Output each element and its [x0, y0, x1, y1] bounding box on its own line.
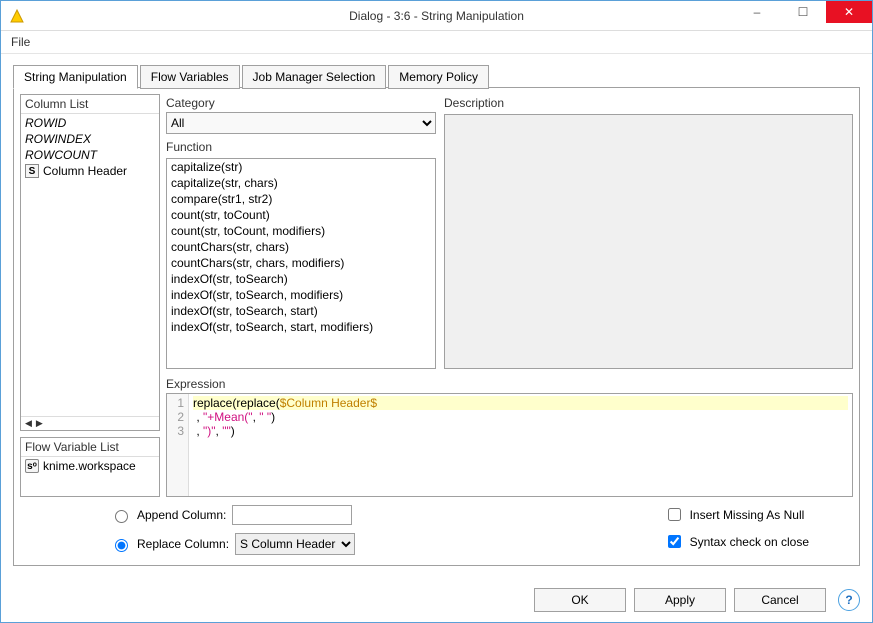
category-function-col: Category All Function capitalize(str) ca… [166, 94, 436, 369]
help-button[interactable]: ? [838, 589, 860, 611]
replace-column-radio[interactable] [115, 539, 128, 552]
list-item[interactable]: ROWINDEX [23, 131, 157, 147]
menubar: File [1, 31, 872, 54]
line-gutter: 1 2 3 [167, 394, 189, 496]
flow-variable-panel: Flow Variable List sᵒ knime.workspace [20, 437, 160, 497]
window-buttons: – ☐ ✕ [734, 1, 872, 23]
output-options: Append Column: Replace Column: S Column … [20, 497, 853, 559]
function-item[interactable]: indexOf(str, toSearch, start, modifiers) [167, 319, 435, 335]
category-label: Category [166, 94, 436, 112]
close-button[interactable]: ✕ [826, 1, 872, 23]
upper-area: Column List ROWID ROWINDEX ROWCOUNT S Co… [20, 94, 853, 497]
maximize-button[interactable]: ☐ [780, 1, 826, 23]
app-icon [9, 8, 25, 24]
tab-panel: Column List ROWID ROWINDEX ROWCOUNT S Co… [13, 87, 860, 566]
flow-variable-box[interactable]: sᵒ knime.workspace [21, 456, 159, 496]
content-area: String Manipulation Flow Variables Job M… [1, 54, 872, 578]
function-item[interactable]: compare(str1, str2) [167, 191, 435, 207]
scroll-buttons[interactable]: ◀ ▶ [21, 416, 159, 430]
category-function-description-row: Category All Function capitalize(str) ca… [166, 94, 853, 369]
list-item-label: Column Header [43, 164, 127, 178]
function-list[interactable]: capitalize(str) capitalize(str, chars) c… [166, 158, 436, 369]
syntax-check-checkbox[interactable] [668, 535, 681, 548]
syntax-check-row: Syntax check on close [664, 532, 809, 551]
replace-column-select[interactable]: S Column Header [235, 533, 355, 555]
left-column: Column List ROWID ROWINDEX ROWCOUNT S Co… [20, 94, 160, 497]
tab-strip: String Manipulation Flow Variables Job M… [13, 64, 860, 88]
list-item-label: knime.workspace [43, 459, 136, 473]
insert-missing-label: Insert Missing As Null [690, 508, 805, 522]
flowvar-icon: sᵒ [25, 459, 39, 473]
expression-editor[interactable]: 1 2 3 replace(replace($Column Header$ , … [166, 393, 853, 497]
column-list-title: Column List [21, 95, 159, 113]
function-item[interactable]: indexOf(str, toSearch, start) [167, 303, 435, 319]
tab-memory-policy[interactable]: Memory Policy [388, 65, 489, 89]
function-item[interactable]: indexOf(str, toSearch, modifiers) [167, 287, 435, 303]
flow-variable-title: Flow Variable List [21, 438, 159, 456]
insert-missing-row: Insert Missing As Null [664, 505, 809, 524]
replace-column-label: Replace Column: [137, 537, 229, 551]
tab-flow-variables[interactable]: Flow Variables [140, 65, 240, 89]
category-select[interactable]: All [166, 112, 436, 134]
function-item[interactable]: countChars(str, chars) [167, 239, 435, 255]
function-label: Function [166, 138, 436, 156]
expression-label: Expression [166, 375, 853, 393]
apply-button[interactable]: Apply [634, 588, 726, 612]
titlebar: Dialog - 3:6 - String Manipulation – ☐ ✕ [1, 1, 872, 31]
column-list-box[interactable]: ROWID ROWINDEX ROWCOUNT S Column Header [21, 113, 159, 416]
list-item[interactable]: ROWID [23, 115, 157, 131]
tab-job-manager[interactable]: Job Manager Selection [242, 65, 387, 89]
description-label: Description [444, 94, 853, 112]
function-item[interactable]: count(str, toCount) [167, 207, 435, 223]
misc-options: Insert Missing As Null Syntax check on c… [664, 505, 849, 551]
dialog-footer: OK Apply Cancel ? [1, 578, 872, 622]
chevron-right-icon: ▶ [36, 418, 43, 429]
function-item[interactable]: indexOf(str, toSearch) [167, 271, 435, 287]
chevron-left-icon: ◀ [25, 418, 32, 429]
expression-section: Expression 1 2 3 replace(replace($Column… [166, 375, 853, 497]
code-area[interactable]: replace(replace($Column Header$ , "+Mean… [189, 394, 852, 496]
insert-missing-checkbox[interactable] [668, 508, 681, 521]
description-col: Description [444, 94, 853, 369]
function-item[interactable]: count(str, toCount, modifiers) [167, 223, 435, 239]
replace-column-row: Replace Column: S Column Header [110, 533, 355, 555]
syntax-check-label: Syntax check on close [690, 535, 809, 549]
list-item[interactable]: sᵒ knime.workspace [23, 458, 157, 474]
function-item[interactable]: capitalize(str, chars) [167, 175, 435, 191]
cancel-button[interactable]: Cancel [734, 588, 826, 612]
function-item[interactable]: countChars(str, chars, modifiers) [167, 255, 435, 271]
right-column: Category All Function capitalize(str) ca… [166, 94, 853, 497]
ok-button[interactable]: OK [534, 588, 626, 612]
minimize-button[interactable]: – [734, 1, 780, 23]
append-column-label: Append Column: [137, 508, 226, 522]
append-column-row: Append Column: [110, 505, 355, 525]
dialog-window: Dialog - 3:6 - String Manipulation – ☐ ✕… [0, 0, 873, 623]
append-column-input[interactable] [232, 505, 352, 525]
append-column-radio[interactable] [115, 510, 128, 523]
function-item[interactable]: capitalize(str) [167, 159, 435, 175]
column-list-panel: Column List ROWID ROWINDEX ROWCOUNT S Co… [20, 94, 160, 431]
column-mode-options: Append Column: Replace Column: S Column … [110, 505, 355, 555]
list-item[interactable]: ROWCOUNT [23, 147, 157, 163]
description-box[interactable] [444, 114, 853, 369]
list-item[interactable]: S Column Header [23, 163, 157, 179]
tab-string-manipulation[interactable]: String Manipulation [13, 65, 138, 89]
string-type-icon: S [25, 164, 39, 178]
menu-file[interactable]: File [11, 35, 30, 49]
